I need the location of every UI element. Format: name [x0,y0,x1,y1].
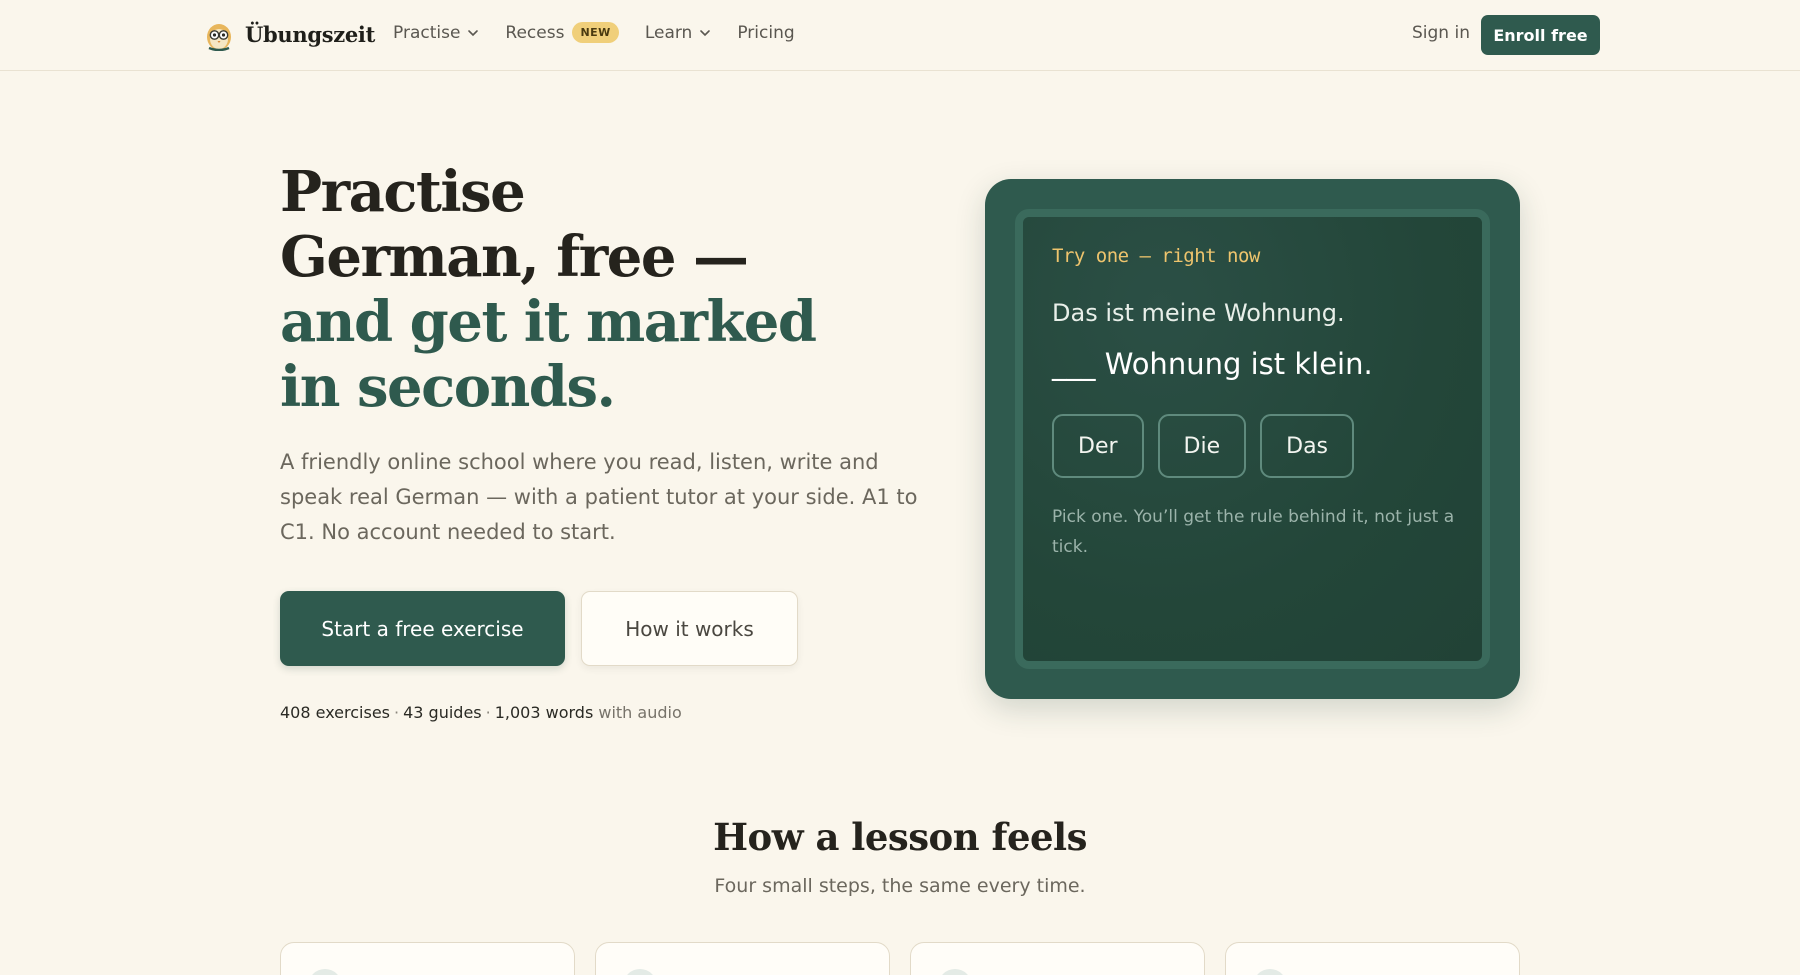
nav-links: Practise Recess NEW Learn Pricing [393,22,821,43]
nav-item-pricing[interactable]: Pricing [737,23,794,43]
chevron-down-icon [468,29,479,36]
exercise-card: Try one — right now Das ist meine Wohnun… [985,179,1520,699]
hero-title-line: German, free — [280,224,749,290]
step-icon [623,969,657,975]
gap-sentence: ___ Wohnung ist klein. [1052,347,1373,381]
enroll-free-button[interactable]: Enroll free [1481,15,1600,55]
hero-title-line: Practise [280,159,526,225]
choice-die-button[interactable]: Die [1157,414,1247,478]
sign-in-link[interactable]: Sign in [1412,23,1470,43]
hero-title-accent: and get it marked [280,289,817,355]
new-badge: NEW [572,22,619,43]
try-label: Try one — right now [1052,245,1260,267]
exercise-count: 408 exercises [280,703,390,722]
step-icon [1253,969,1287,975]
nav-item-label: Recess [505,22,565,43]
content-stats: 408 exercises · 43 guides · 1,003 words with… [280,703,682,722]
hero-title: Practise German, free — and get it marke… [280,160,840,420]
answer-choices: Der Die Das [1052,414,1355,478]
nav-item-label: Practise [393,22,461,43]
section-subtitle: Four small steps, the same every time. [714,875,1086,897]
step-card [595,942,890,975]
step-card [1225,942,1520,975]
word-count: 1,003 words [494,703,594,722]
choice-das-button[interactable]: Das [1260,414,1355,478]
nav-item-label: Learn [644,22,693,43]
section-title: How a lesson feels [713,815,1087,859]
step-card [910,942,1205,975]
how-it-works-button[interactable]: How it works [581,591,798,666]
chevron-down-icon [700,29,711,36]
hero-subtitle: A friendly online school where you read,… [280,450,918,544]
chalkboard: Try one — right now Das ist meine Wohnun… [1015,209,1490,669]
nav-item-recess[interactable]: Recess NEW [505,22,619,43]
step-card [280,942,575,975]
step-icon [938,969,972,975]
brand-name: Übungszeit [245,22,376,47]
context-sentence: Das ist meine Wohnung. [1052,299,1345,327]
top-nav: Übungszeit Practise Recess NEW Learn Pri… [0,0,1800,71]
nav-item-label: Pricing [737,22,795,43]
guide-count: 43 guides [403,703,482,722]
owl-logo-icon [207,24,231,51]
hero-title-accent: in seconds. [280,354,616,420]
nav-item-learn[interactable]: Learn [645,23,712,43]
start-free-exercise-button[interactable]: Start a free exercise [280,591,565,666]
stats-suffix: with audio [598,703,682,722]
nav-item-practise[interactable]: Practise [393,23,479,43]
step-icon [308,969,342,975]
exercise-hint: Pick one. You’ll get the rule behind it,… [1052,507,1455,557]
brand-logo[interactable]: Übungszeit [205,18,375,51]
choice-der-button[interactable]: Der [1052,414,1144,478]
